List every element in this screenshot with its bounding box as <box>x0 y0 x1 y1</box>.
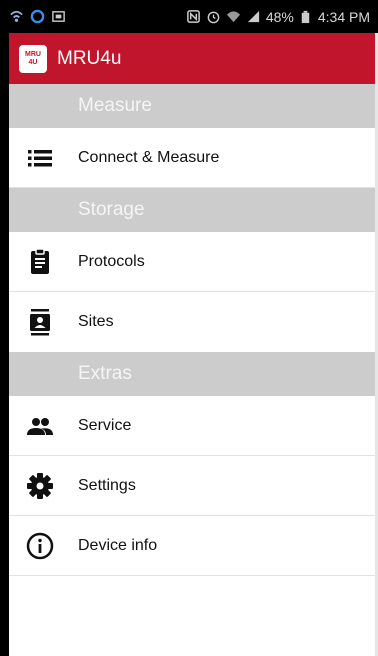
alarm-icon <box>206 9 222 25</box>
menu-item-label: Settings <box>78 476 136 494</box>
image-icon <box>50 9 66 25</box>
section-header-measure: Measure <box>9 84 378 128</box>
app-logo: MRU 4U <box>19 44 47 73</box>
menu-item-connect-measure[interactable]: Connect & Measure <box>9 128 378 188</box>
info-icon <box>9 531 78 561</box>
menu-item-protocols[interactable]: Protocols <box>9 232 378 292</box>
menu-item-settings[interactable]: Settings <box>9 456 378 516</box>
list-icon <box>9 143 78 173</box>
contact-card-icon <box>9 307 78 337</box>
menu-item-label: Service <box>78 416 132 434</box>
menu-item-label: Device info <box>78 536 158 554</box>
nfc-icon <box>186 9 202 25</box>
menu-item-label: Protocols <box>78 252 145 270</box>
menu-item-label: Sites <box>78 313 114 330</box>
clipboard-icon <box>9 247 78 277</box>
wifi-call-icon <box>8 9 24 25</box>
menu-item-service[interactable]: Service <box>9 396 378 456</box>
signal-icon <box>246 9 262 25</box>
app-title: MRU4u <box>57 47 122 69</box>
section-header-extras: Extras <box>9 352 378 396</box>
menu-item-sites[interactable]: Sites <box>9 292 378 352</box>
battery-icon <box>298 9 314 25</box>
people-icon <box>9 411 78 441</box>
battery-percent: 48% <box>265 8 294 25</box>
status-right-icons: 48% 4:34 PM <box>186 9 370 25</box>
gear-icon <box>9 471 78 501</box>
app-header: MRU 4U MRU4u <box>9 33 378 84</box>
wifi-icon <box>226 9 242 25</box>
clock: 4:34 PM <box>317 8 370 25</box>
menu-item-device-info[interactable]: Device info <box>9 516 378 576</box>
menu-item-label: Connect & Measure <box>78 148 220 166</box>
sync-icon <box>29 9 45 25</box>
status-bar: 48% 4:34 PM <box>0 0 378 33</box>
status-left-icons <box>8 9 66 25</box>
navigation-drawer: MRU 4U MRU4u Measure Connect & Measure S… <box>9 33 378 656</box>
section-header-storage: Storage <box>9 188 378 232</box>
